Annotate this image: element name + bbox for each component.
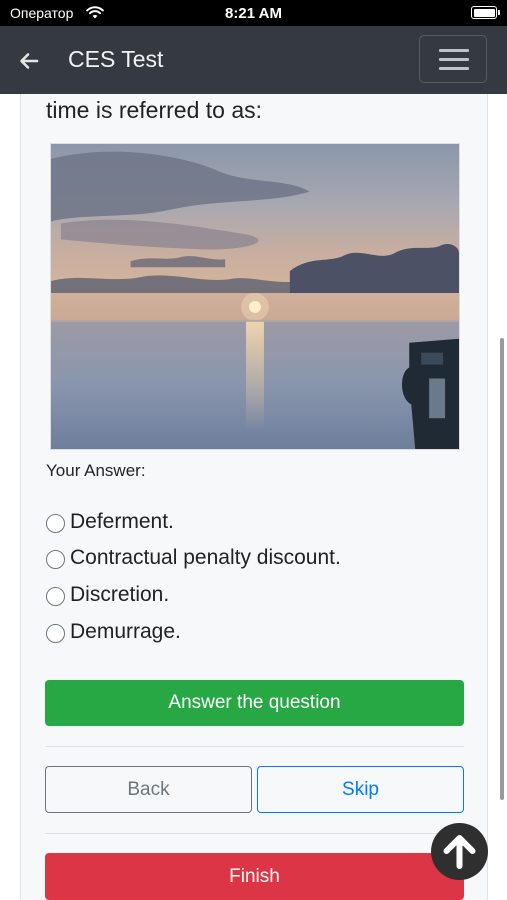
scrollbar[interactable] bbox=[500, 338, 504, 800]
question-card: time is referred to as: Your Answer: Def… bbox=[20, 94, 488, 900]
answer-label: Your Answer: bbox=[46, 461, 146, 480]
option-label[interactable]: Demurrage. bbox=[70, 620, 181, 644]
top-navbar: CES Test bbox=[0, 26, 507, 94]
option-label[interactable]: Contractual penalty discount. bbox=[70, 546, 341, 570]
menu-line-icon bbox=[439, 58, 469, 61]
radio-button[interactable] bbox=[46, 587, 65, 606]
hamburger-menu-button[interactable] bbox=[419, 35, 487, 83]
status-bar: Оператор 8:21 AM bbox=[0, 0, 507, 26]
skip-button[interactable]: Skip bbox=[257, 766, 464, 813]
page-title: CES Test bbox=[68, 46, 164, 72]
arrow-left-icon[interactable] bbox=[18, 50, 40, 72]
radio-button[interactable] bbox=[46, 550, 65, 569]
answer-question-button[interactable]: Answer the question bbox=[45, 680, 464, 726]
radio-button[interactable] bbox=[46, 624, 65, 643]
divider bbox=[45, 746, 464, 747]
menu-line-icon bbox=[439, 49, 469, 52]
question-image bbox=[50, 143, 460, 450]
option-label[interactable]: Discretion. bbox=[70, 583, 169, 607]
arrow-up-circle-icon bbox=[443, 835, 476, 869]
back-button[interactable]: Back bbox=[45, 766, 252, 813]
menu-line-icon bbox=[439, 67, 469, 70]
option-label[interactable]: Deferment. bbox=[70, 510, 174, 534]
scroll-to-top-button[interactable] bbox=[431, 823, 488, 880]
radio-button[interactable] bbox=[46, 514, 65, 533]
divider bbox=[45, 833, 464, 834]
finish-button[interactable]: Finish bbox=[45, 853, 464, 900]
question-text: time is referred to as: bbox=[46, 97, 263, 123]
battery-icon bbox=[471, 6, 500, 19]
status-time: 8:21 AM bbox=[225, 5, 282, 22]
